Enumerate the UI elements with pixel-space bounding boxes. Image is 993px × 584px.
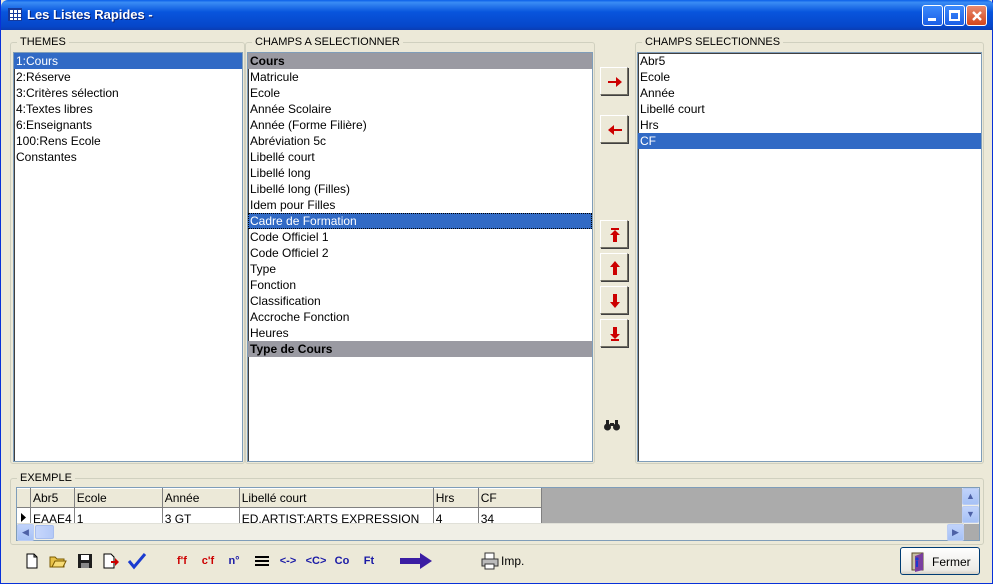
- print-label[interactable]: Imp.: [501, 552, 529, 570]
- list-item[interactable]: Libellé long (Filles): [248, 181, 592, 197]
- list-item[interactable]: Constantes: [14, 149, 242, 165]
- list-item[interactable]: Année: [638, 85, 981, 101]
- main-window: Les Listes Rapides - THEMES 1:Cours 2:Rés…: [0, 0, 993, 584]
- list-item[interactable]: Libellé court: [248, 149, 592, 165]
- list-item[interactable]: Idem pour Filles: [248, 197, 592, 213]
- cf-format-button[interactable]: c'f: [197, 552, 219, 570]
- align-button[interactable]: <->: [277, 552, 299, 570]
- list-item[interactable]: 3:Critères sélection: [14, 85, 242, 101]
- title-bar[interactable]: Les Listes Rapides -: [1, 0, 993, 30]
- maximize-button[interactable]: [944, 5, 965, 26]
- purple-arrow-icon[interactable]: [399, 552, 433, 570]
- scroll-left-icon[interactable]: ◀: [17, 524, 34, 541]
- list-item[interactable]: Accroche Fonction: [248, 309, 592, 325]
- grid-column-header[interactable]: CF: [478, 488, 542, 508]
- close-window-button[interactable]: [966, 5, 987, 26]
- save-disk-icon[interactable]: [77, 552, 93, 570]
- grid-horizontal-scrollbar[interactable]: ◀ ▶: [17, 523, 964, 541]
- close-button[interactable]: Fermer: [900, 547, 980, 575]
- move-up-button[interactable]: [600, 253, 628, 281]
- list-item[interactable]: Type: [248, 261, 592, 277]
- move-bottom-button[interactable]: [600, 319, 628, 347]
- close-icon: [972, 11, 982, 21]
- remove-field-button[interactable]: [600, 115, 628, 143]
- list-item[interactable]: Ecole: [248, 85, 592, 101]
- grid-vertical-scrollbar[interactable]: ▲ ▼: [962, 488, 979, 524]
- scroll-up-icon[interactable]: ▲: [962, 488, 979, 505]
- list-item[interactable]: Abr5: [638, 53, 981, 69]
- list-item[interactable]: Code Officiel 2: [248, 245, 592, 261]
- fields-list[interactable]: Cours Matricule Ecole Année Scolaire Année (…: [247, 52, 593, 462]
- list-item[interactable]: 1:Cours: [14, 53, 242, 69]
- scroll-right-icon[interactable]: ▶: [947, 524, 964, 541]
- ff-format-button[interactable]: f'f: [171, 552, 193, 570]
- new-document-icon[interactable]: [25, 552, 39, 570]
- list-item[interactable]: 2:Réserve: [14, 69, 242, 85]
- list-item[interactable]: Libellé long: [248, 165, 592, 181]
- move-top-icon: [610, 228, 620, 242]
- scroll-down-icon[interactable]: ▼: [962, 506, 979, 523]
- list-item[interactable]: Heures: [248, 325, 592, 341]
- example-grid[interactable]: Abr5 Ecole Année Libellé court Hrs CF EA…: [16, 487, 980, 541]
- list-item[interactable]: Abréviation 5c: [248, 133, 592, 149]
- list-item[interactable]: Année (Forme Filière): [248, 117, 592, 133]
- list-item[interactable]: Libellé court: [638, 101, 981, 117]
- grid-column-header[interactable]: Libellé court: [239, 488, 434, 508]
- themes-list[interactable]: 1:Cours 2:Réserve 3:Critères sélection 4:Te…: [13, 52, 243, 462]
- printer-icon[interactable]: [481, 552, 499, 570]
- move-down-button[interactable]: [600, 286, 628, 314]
- ft-button[interactable]: Ft: [361, 552, 377, 570]
- grid-corner: [17, 488, 31, 508]
- number-button[interactable]: n°: [225, 552, 243, 570]
- list-item[interactable]: 100:Rens Ecole: [14, 133, 242, 149]
- arrow-right-icon: [608, 77, 622, 87]
- selected-fields-list[interactable]: Abr5 Ecole Année Libellé court Hrs CF: [637, 52, 982, 462]
- example-legend: EXEMPLE: [20, 472, 72, 484]
- export-icon[interactable]: [102, 552, 120, 570]
- list-item[interactable]: Type de Cours: [248, 341, 592, 357]
- themes-legend: THEMES: [20, 36, 66, 48]
- grid-column-header[interactable]: Année: [162, 488, 240, 508]
- arrow-up-icon: [610, 261, 620, 275]
- maximize-icon: [949, 10, 960, 21]
- list-item[interactable]: CF: [638, 133, 981, 149]
- binoculars-icon[interactable]: [603, 418, 621, 432]
- arrow-left-icon: [608, 125, 622, 135]
- add-field-button[interactable]: [600, 67, 628, 95]
- list-item[interactable]: Fonction: [248, 277, 592, 293]
- list-item[interactable]: Cadre de Formation: [248, 213, 592, 229]
- fields-legend: CHAMPS A SELECTIONNER: [255, 36, 400, 48]
- minimize-button[interactable]: [922, 5, 943, 26]
- table-icon: [8, 8, 22, 21]
- list-item[interactable]: Cours: [248, 53, 592, 69]
- list-item[interactable]: Hrs: [638, 117, 981, 133]
- list-item[interactable]: Ecole: [638, 69, 981, 85]
- selected-fields-legend: CHAMPS SELECTIONNES: [645, 36, 781, 48]
- move-bottom-icon: [610, 327, 620, 341]
- lines-icon[interactable]: [254, 552, 270, 570]
- list-item[interactable]: Code Officiel 1: [248, 229, 592, 245]
- list-item[interactable]: 6:Enseignants: [14, 117, 242, 133]
- list-item[interactable]: 4:Textes libres: [14, 101, 242, 117]
- arrow-down-icon: [610, 294, 620, 308]
- minimize-icon: [928, 18, 936, 21]
- checkmark-icon[interactable]: [127, 552, 147, 570]
- co-button[interactable]: Co: [333, 552, 351, 570]
- list-item[interactable]: Matricule: [248, 69, 592, 85]
- move-top-button[interactable]: [600, 220, 628, 248]
- close-button-label: Fermer: [932, 555, 971, 569]
- grid-column-header[interactable]: Hrs: [433, 488, 479, 508]
- list-item[interactable]: Année Scolaire: [248, 101, 592, 117]
- list-item[interactable]: Classification: [248, 293, 592, 309]
- window-title: Les Listes Rapides -: [27, 7, 153, 22]
- grid-header-row: Abr5 Ecole Année Libellé court Hrs CF: [17, 488, 542, 508]
- grid-column-header[interactable]: Ecole: [74, 488, 163, 508]
- exit-door-icon: [911, 552, 924, 572]
- scroll-thumb[interactable]: [35, 525, 54, 539]
- center-button[interactable]: <C>: [304, 552, 328, 570]
- grid-column-header[interactable]: Abr5: [30, 488, 75, 508]
- open-folder-icon[interactable]: [49, 552, 67, 570]
